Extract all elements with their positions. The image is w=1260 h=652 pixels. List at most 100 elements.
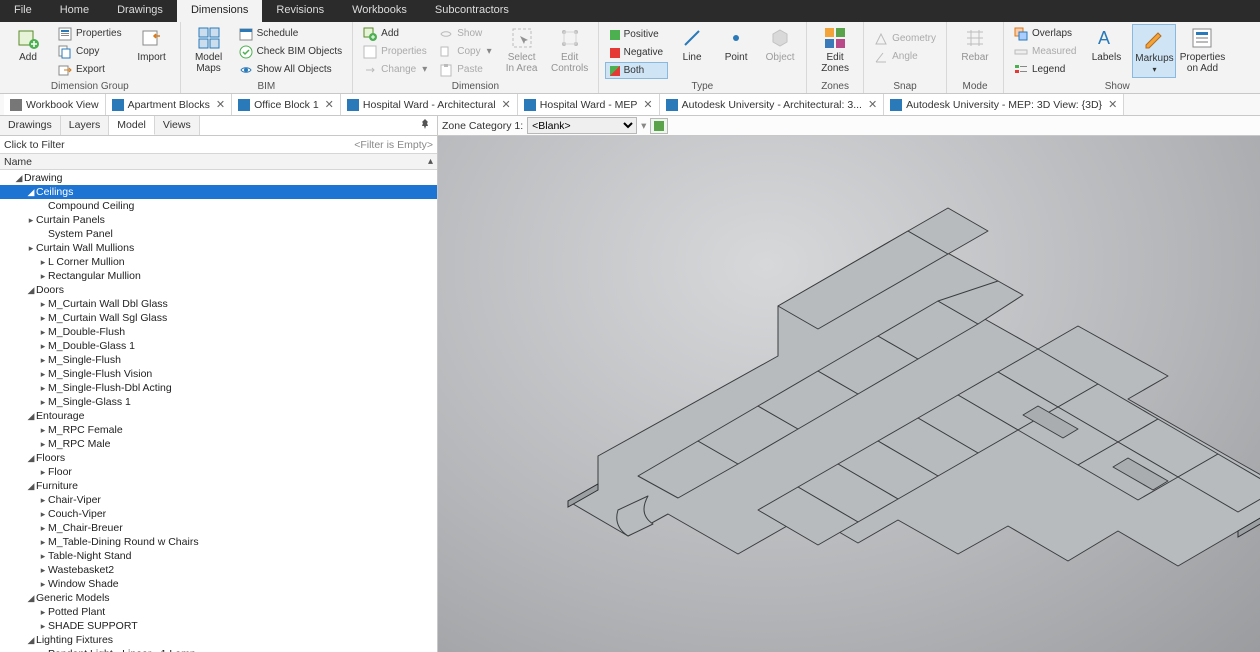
- tree-node[interactable]: ▸M_RPC Female: [0, 423, 437, 437]
- expand-icon[interactable]: ▸: [38, 271, 48, 282]
- close-icon[interactable]: ✕: [1108, 98, 1117, 111]
- tree-node[interactable]: ▸Potted Plant: [0, 605, 437, 619]
- close-icon[interactable]: ✕: [502, 98, 511, 111]
- zone-category-select[interactable]: <Blank>: [527, 117, 637, 134]
- expand-icon[interactable]: ◢: [26, 411, 36, 422]
- expand-icon[interactable]: ▸: [38, 439, 48, 450]
- check-bim-button[interactable]: Check BIM Objects: [235, 43, 347, 60]
- expand-icon[interactable]: ▸: [38, 579, 48, 590]
- menu-workbooks[interactable]: Workbooks: [338, 0, 421, 22]
- tree-node[interactable]: ▸M_Single-Flush-Dbl Acting: [0, 381, 437, 395]
- dim-change-button[interactable]: Change▾: [359, 61, 431, 78]
- tree-node[interactable]: ▸Table-Night Stand: [0, 549, 437, 563]
- copy-button[interactable]: Copy: [54, 43, 126, 60]
- tree-node[interactable]: ▸Pendant Light - Linear - 1 Lamp: [0, 647, 437, 652]
- tree-node[interactable]: ◢Furniture: [0, 479, 437, 493]
- expand-icon[interactable]: ▸: [38, 397, 48, 408]
- tree-node[interactable]: ◢Generic Models: [0, 591, 437, 605]
- expand-icon[interactable]: ▸: [38, 565, 48, 576]
- tree-node[interactable]: ▸M_Double-Flush: [0, 325, 437, 339]
- dim-copy-button[interactable]: Copy▾: [435, 43, 495, 60]
- tree-header[interactable]: Name ▴: [0, 154, 437, 170]
- tree-node[interactable]: ◢Lighting Fixtures: [0, 633, 437, 647]
- tree-node[interactable]: ▸M_Single-Flush: [0, 353, 437, 367]
- expand-icon[interactable]: ▸: [38, 621, 48, 632]
- tree-node[interactable]: ▸M_Curtain Wall Sgl Glass: [0, 311, 437, 325]
- doc-tab[interactable]: Autodesk University - MEP: 3D View: {3D}…: [884, 94, 1124, 115]
- legend-button[interactable]: Legend: [1010, 61, 1080, 78]
- close-icon[interactable]: ✕: [216, 98, 225, 111]
- expand-icon[interactable]: ◢: [26, 593, 36, 604]
- expand-icon[interactable]: ▸: [38, 313, 48, 324]
- 3d-viewport[interactable]: [438, 136, 1260, 652]
- both-toggle[interactable]: Both: [605, 62, 668, 79]
- snap-angle-button[interactable]: Angle: [870, 48, 940, 65]
- pin-icon[interactable]: [413, 116, 437, 135]
- dim-show-button[interactable]: Show: [435, 25, 495, 42]
- filter-bar[interactable]: Click to Filter <Filter is Empty>: [0, 136, 437, 154]
- tree-node[interactable]: ◢Drawing: [0, 171, 437, 185]
- close-icon[interactable]: ✕: [325, 98, 334, 111]
- edit-controls-button[interactable]: Edit Controls: [548, 24, 592, 78]
- close-icon[interactable]: ✕: [868, 98, 877, 111]
- expand-icon[interactable]: ◢: [26, 481, 36, 492]
- point-type-button[interactable]: Point: [716, 24, 756, 78]
- add-button[interactable]: Add: [6, 24, 50, 78]
- tree-node[interactable]: ▸M_Table-Dining Round w Chairs: [0, 535, 437, 549]
- tree-node[interactable]: System Panel: [0, 227, 437, 241]
- doc-tab[interactable]: Workbook View: [4, 94, 106, 115]
- left-tab-drawings[interactable]: Drawings: [0, 116, 61, 135]
- doc-tab[interactable]: Apartment Blocks✕: [106, 94, 233, 115]
- import-button[interactable]: Import: [130, 24, 174, 78]
- tree-node[interactable]: ▸M_Double-Glass 1: [0, 339, 437, 353]
- expand-icon[interactable]: ▸: [38, 649, 48, 652]
- tree-node[interactable]: ▸Rectangular Mullion: [0, 269, 437, 283]
- menu-dimensions[interactable]: Dimensions: [177, 0, 262, 22]
- tree-node[interactable]: ◢Ceilings: [0, 185, 437, 199]
- negative-toggle[interactable]: Negative: [605, 44, 668, 61]
- left-tab-views[interactable]: Views: [155, 116, 200, 135]
- menu-drawings[interactable]: Drawings: [103, 0, 177, 22]
- expand-icon[interactable]: ▸: [38, 299, 48, 310]
- zone-apply-button[interactable]: [650, 118, 668, 134]
- tree-node[interactable]: ▸Couch-Viper: [0, 507, 437, 521]
- tree-node[interactable]: ▸Curtain Panels: [0, 213, 437, 227]
- model-tree[interactable]: ◢Drawing◢CeilingsCompound Ceiling▸Curtai…: [0, 170, 437, 652]
- markups-button[interactable]: Markups▾: [1132, 24, 1176, 78]
- tree-node[interactable]: ▸M_Single-Glass 1: [0, 395, 437, 409]
- menu-file[interactable]: File: [0, 0, 46, 22]
- expand-icon[interactable]: ▸: [38, 551, 48, 562]
- doc-tab[interactable]: Office Block 1✕: [232, 94, 341, 115]
- expand-icon[interactable]: ▸: [38, 425, 48, 436]
- schedule-button[interactable]: Schedule: [235, 25, 347, 42]
- dim-properties-button[interactable]: Properties: [359, 43, 431, 60]
- doc-tab[interactable]: Hospital Ward - Architectural✕: [341, 94, 518, 115]
- tree-node[interactable]: ◢Entourage: [0, 409, 437, 423]
- rebar-button[interactable]: Rebar: [953, 24, 997, 78]
- tree-node[interactable]: ▸L Corner Mullion: [0, 255, 437, 269]
- expand-icon[interactable]: ▸: [38, 523, 48, 534]
- export-button[interactable]: Export: [54, 61, 126, 78]
- expand-icon[interactable]: ▸: [38, 355, 48, 366]
- dim-paste-button[interactable]: Paste: [435, 61, 495, 78]
- overlaps-button[interactable]: Overlaps: [1010, 25, 1080, 42]
- tree-node[interactable]: ▸SHADE SUPPORT: [0, 619, 437, 633]
- tree-node[interactable]: ▸Wastebasket2: [0, 563, 437, 577]
- expand-icon[interactable]: ▸: [38, 607, 48, 618]
- expand-icon[interactable]: ▸: [38, 537, 48, 548]
- tree-node[interactable]: ▸M_RPC Male: [0, 437, 437, 451]
- positive-toggle[interactable]: Positive: [605, 26, 668, 43]
- expand-icon[interactable]: ▸: [38, 495, 48, 506]
- expand-icon[interactable]: ▸: [26, 215, 36, 226]
- expand-icon[interactable]: ◢: [26, 187, 36, 198]
- menu-revisions[interactable]: Revisions: [262, 0, 338, 22]
- menu-subcontractors[interactable]: Subcontractors: [421, 0, 523, 22]
- expand-icon[interactable]: ▸: [38, 383, 48, 394]
- labels-button[interactable]: A Labels: [1084, 24, 1128, 78]
- doc-tab[interactable]: Autodesk University - Architectural: 3..…: [660, 94, 885, 115]
- expand-icon[interactable]: ▸: [38, 257, 48, 268]
- expand-icon[interactable]: ▸: [38, 509, 48, 520]
- expand-icon[interactable]: ▸: [38, 467, 48, 478]
- expand-icon[interactable]: ◢: [26, 635, 36, 646]
- tree-node[interactable]: ◢Doors: [0, 283, 437, 297]
